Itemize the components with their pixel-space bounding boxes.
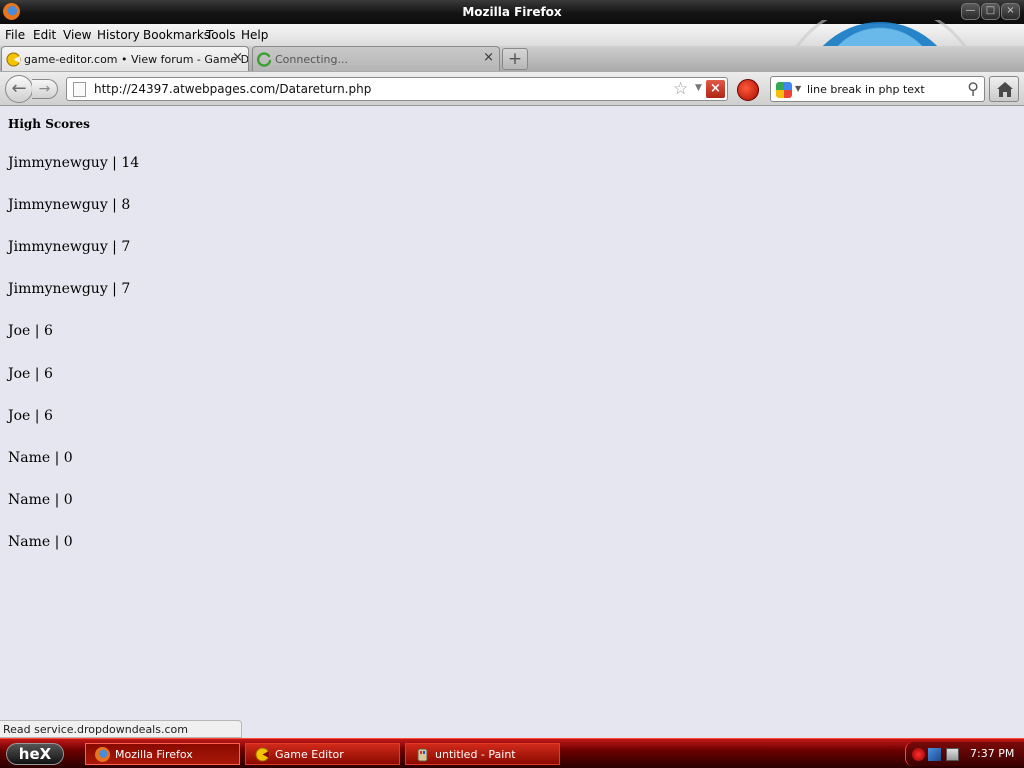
loading-spinner-icon <box>257 52 272 67</box>
url-bar[interactable]: http://24397.atwebpages.com/Datareturn.p… <box>66 77 728 101</box>
tab-strip: game-editor.com • View forum - Game De..… <box>0 46 1024 72</box>
maximize-icon[interactable]: □ <box>981 3 1000 20</box>
firefox-icon <box>95 747 110 762</box>
magnifier-icon[interactable]: ⚲ <box>967 79 979 98</box>
url-dropdown-icon[interactable]: ▼ <box>695 83 702 93</box>
new-tab-button[interactable]: + <box>502 48 528 70</box>
close-icon[interactable]: × <box>1001 3 1020 20</box>
game-editor-favicon-icon <box>6 52 21 67</box>
tab-close-icon[interactable]: × <box>232 50 243 65</box>
back-arrow-icon[interactable]: ← <box>5 75 33 103</box>
menu-edit[interactable]: Edit <box>33 28 56 42</box>
paint-icon <box>417 748 428 762</box>
taskbar-item-label: Game Editor <box>275 748 344 761</box>
clock[interactable]: 7:37 PM <box>970 747 1014 760</box>
status-bar: Read service.dropdowndeals.com <box>0 720 242 738</box>
bookmark-star-icon[interactable]: ☆ <box>673 79 688 99</box>
taskbar-item-label: Mozilla Firefox <box>115 748 193 761</box>
tab-label: game-editor.com • View forum - Game De..… <box>24 53 249 66</box>
taskbar-item-game-editor[interactable]: Game Editor <box>245 743 400 765</box>
url-text[interactable]: http://24397.atwebpages.com/Datareturn.p… <box>94 82 371 96</box>
navigation-toolbar: ← → http://24397.atwebpages.com/Dataretu… <box>0 72 1024 106</box>
search-input[interactable]: line break in php text <box>807 83 925 96</box>
menu-file[interactable]: File <box>5 28 25 42</box>
window-controls: — □ × <box>961 3 1020 20</box>
home-button[interactable] <box>989 76 1019 102</box>
score-entry: Joe | 6 <box>8 323 53 339</box>
score-entry: Name | 0 <box>8 492 73 508</box>
minimize-icon[interactable]: — <box>961 3 980 20</box>
menu-tools[interactable]: Tools <box>206 28 236 42</box>
taskbar: heX Mozilla Firefox Game Editor untitled… <box>0 738 1024 768</box>
taskbar-item-label: untitled - Paint <box>435 748 516 761</box>
tab-close-icon[interactable]: × <box>483 50 494 65</box>
search-bar[interactable]: ▼ line break in php text ⚲ <box>770 76 985 102</box>
network-icon[interactable] <box>928 748 941 761</box>
forward-arrow-icon[interactable]: → <box>32 79 58 99</box>
score-entry: Name | 0 <box>8 534 73 550</box>
home-icon <box>997 82 1013 97</box>
score-entry: Joe | 6 <box>8 366 53 382</box>
taskbar-item-firefox[interactable]: Mozilla Firefox <box>85 743 240 765</box>
tab-connecting[interactable]: Connecting... × <box>252 46 500 71</box>
record-icon[interactable] <box>912 748 925 761</box>
window-title: Mozilla Firefox <box>462 5 562 19</box>
google-icon[interactable] <box>776 82 792 98</box>
engine-dropdown-icon[interactable]: ▼ <box>795 84 801 93</box>
taskbar-item-paint[interactable]: untitled - Paint <box>405 743 560 765</box>
score-entry: Name | 0 <box>8 450 73 466</box>
status-text: Read service.dropdowndeals.com <box>3 723 188 736</box>
tab-label: Connecting... <box>275 53 348 66</box>
menu-bookmarks[interactable]: Bookmarks <box>143 28 210 42</box>
score-entry: Jimmynewguy | 7 <box>8 239 131 255</box>
page-icon <box>73 82 86 97</box>
menu-help[interactable]: Help <box>241 28 268 42</box>
game-editor-icon <box>255 747 270 762</box>
volume-icon[interactable] <box>946 748 959 761</box>
system-tray: 7:37 PM <box>905 742 1024 766</box>
page-content: High Scores Jimmynewguy | 14 Jimmynewguy… <box>0 107 1024 720</box>
score-entry: Jimmynewguy | 8 <box>8 197 131 213</box>
stop-icon[interactable]: × <box>706 80 725 98</box>
tab-game-editor[interactable]: game-editor.com • View forum - Game De..… <box>1 46 249 71</box>
menu-view[interactable]: View <box>63 28 91 42</box>
back-forward-group: ← → <box>5 75 59 103</box>
menu-history[interactable]: History <box>97 28 140 42</box>
addon-icon[interactable] <box>737 79 759 101</box>
score-entry: Joe | 6 <box>8 408 53 424</box>
high-scores-heading: High Scores <box>8 117 90 131</box>
score-entry: Jimmynewguy | 14 <box>8 155 140 171</box>
start-button[interactable]: heX <box>6 743 64 765</box>
score-entry: Jimmynewguy | 7 <box>8 281 131 297</box>
